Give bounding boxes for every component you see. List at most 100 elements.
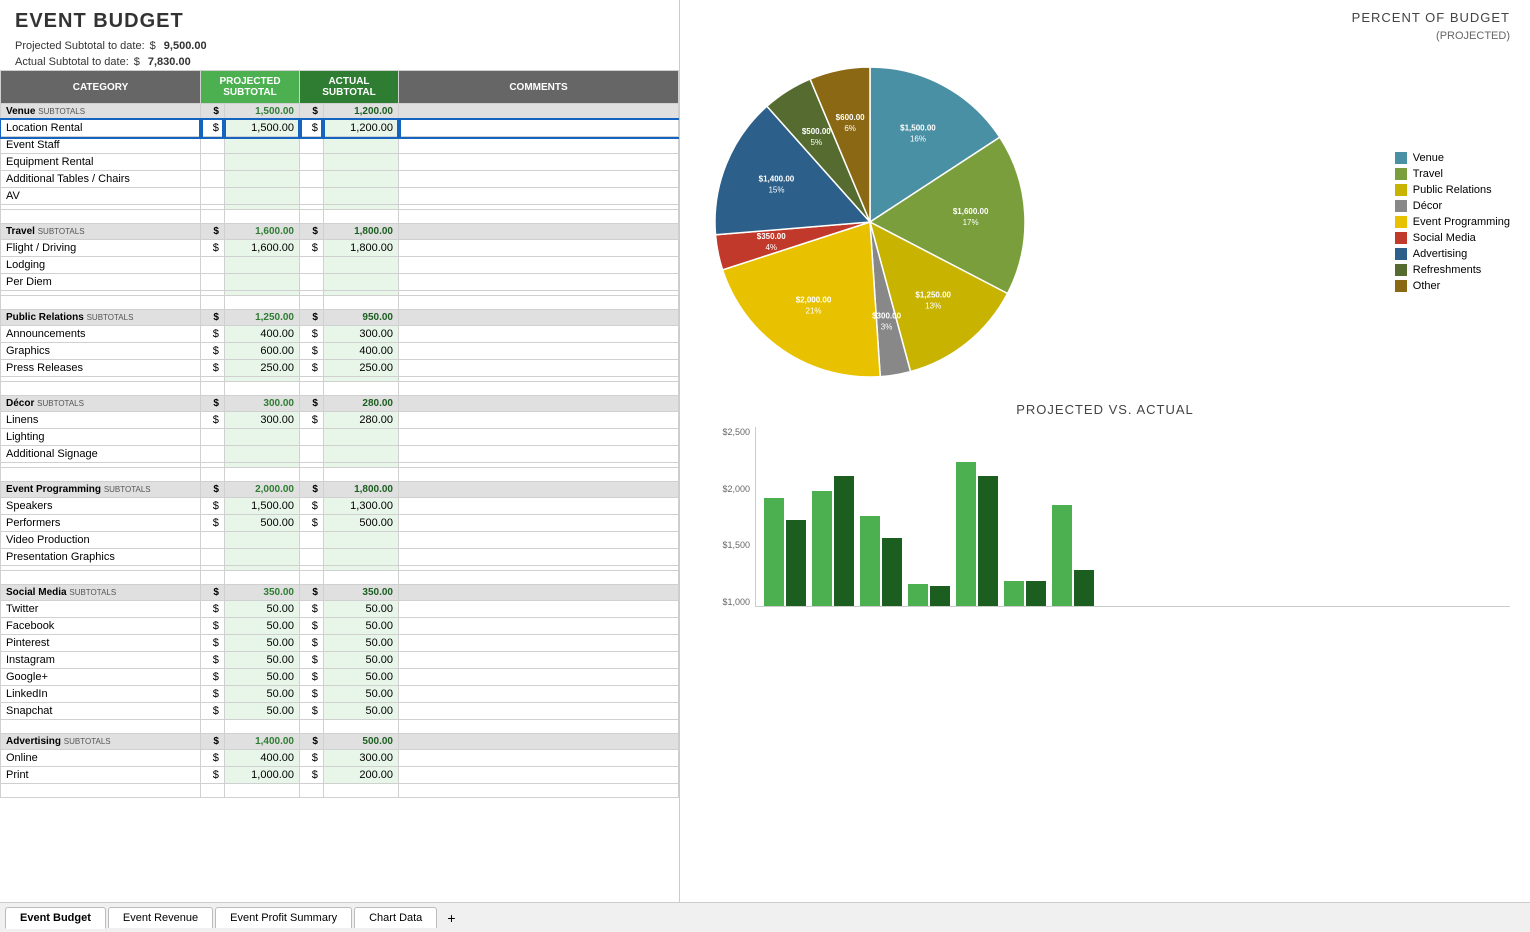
item-comments [399,703,679,720]
table-row[interactable]: Flight / Driving $ 1,600.00 $ 1,800.00 [1,240,679,257]
table-row: Venue SUBTOTALS $ 1,500.00 $ 1,200.00 [1,104,679,120]
table-row[interactable]: Lodging [1,257,679,274]
proj-dollar: $ [201,104,225,120]
table-row[interactable]: Additional Tables / Chairs [1,171,679,188]
item-actual-value: 200.00 [323,767,398,784]
item-actual-dollar: $ [300,767,324,784]
table-row: Public Relations SUBTOTALS $ 1,250.00 $ … [1,310,679,326]
bar-group [1052,505,1094,606]
bar-actual [786,520,806,606]
proj-dollar: $ [201,482,225,498]
table-row[interactable]: Google+ $ 50.00 $ 50.00 [1,669,679,686]
bar-actual [834,476,854,606]
item-actual-value [323,137,398,154]
table-row[interactable]: Press Releases $ 250.00 $ 250.00 [1,360,679,377]
table-row[interactable]: Speakers $ 1,500.00 $ 1,300.00 [1,498,679,515]
table-row[interactable]: Performers $ 500.00 $ 500.00 [1,515,679,532]
item-actual-dollar: $ [300,703,324,720]
item-comments [399,750,679,767]
table-row[interactable]: Twitter $ 50.00 $ 50.00 [1,601,679,618]
table-row[interactable]: Location Rental $ 1,500.00 $ 1,200.00 [1,120,679,137]
item-comments [399,429,679,446]
item-actual-value [323,257,398,274]
table-row[interactable]: Linens $ 300.00 $ 280.00 [1,412,679,429]
tab[interactable]: Chart Data [354,907,437,928]
item-actual-value: 250.00 [323,360,398,377]
tab[interactable]: Event Revenue [108,907,213,928]
table-row[interactable]: Equipment Rental [1,154,679,171]
projected-summary-row: Projected Subtotal to date: $ 9,500.00 [0,38,679,54]
table-row[interactable]: Instagram $ 50.00 $ 50.00 [1,652,679,669]
table-row[interactable]: LinkedIn $ 50.00 $ 50.00 [1,686,679,703]
item-actual-dollar [300,532,324,549]
item-proj-value [224,446,299,463]
item-actual-value: 50.00 [323,601,398,618]
item-proj-value: 50.00 [224,635,299,652]
item-proj-dollar: $ [201,652,225,669]
bar-chart-section: PROJECTED vs. ACTUAL $2,500$2,000$1,500$… [700,402,1510,627]
item-proj-dollar: $ [201,498,225,515]
legend-color [1395,264,1407,276]
item-proj-dollar [201,446,225,463]
item-actual-value: 400.00 [323,343,398,360]
table-row[interactable]: Pinterest $ 50.00 $ 50.00 [1,635,679,652]
table-row[interactable]: Additional Signage [1,446,679,463]
item-proj-value: 1,500.00 [224,120,299,137]
tab[interactable]: Event Budget [5,907,106,929]
y-label: $1,500 [700,540,750,550]
table-row[interactable]: Snapchat $ 50.00 $ 50.00 [1,703,679,720]
actual-dollar: $ [300,396,324,412]
item-proj-dollar: $ [201,326,225,343]
item-actual-dollar: $ [300,601,324,618]
item-proj-value: 250.00 [224,360,299,377]
item-proj-value: 1,500.00 [224,498,299,515]
item-actual-value: 50.00 [323,652,398,669]
table-row[interactable]: AV [1,188,679,205]
pie-chart-subtitle: (PROJECTED) [700,30,1510,42]
table-row[interactable]: Facebook $ 50.00 $ 50.00 [1,618,679,635]
item-actual-value [323,549,398,566]
tab[interactable]: Event Profit Summary [215,907,352,928]
item-actual-value: 50.00 [323,635,398,652]
item-proj-dollar [201,549,225,566]
item-actual-dollar: $ [300,669,324,686]
table-row[interactable]: Print $ 1,000.00 $ 200.00 [1,767,679,784]
item-proj-dollar [201,257,225,274]
item-name: Facebook [1,618,201,635]
item-comments [399,120,679,137]
legend-label: Event Programming [1413,216,1510,228]
y-label: $1,000 [700,597,750,607]
legend-label: Travel [1413,168,1443,180]
item-name: Twitter [1,601,201,618]
table-row[interactable]: Event Staff [1,137,679,154]
y-label: $2,500 [700,427,750,437]
table-row[interactable]: Lighting [1,429,679,446]
item-name: Per Diem [1,274,201,291]
legend-label: Public Relations [1413,184,1492,196]
table-row[interactable]: Per Diem [1,274,679,291]
table-row[interactable]: Announcements $ 400.00 $ 300.00 [1,326,679,343]
bar-chart-title: PROJECTED vs. ACTUAL [700,402,1510,417]
main-content: EVENT BUDGET Projected Subtotal to date:… [0,0,1530,902]
item-proj-value [224,188,299,205]
table-row[interactable]: Presentation Graphics [1,549,679,566]
item-comments [399,154,679,171]
item-name: Instagram [1,652,201,669]
item-actual-dollar: $ [300,515,324,532]
table-row[interactable]: Video Production [1,532,679,549]
table-row[interactable]: Online $ 400.00 $ 300.00 [1,750,679,767]
add-tab-button[interactable]: + [439,908,463,928]
item-name: LinkedIn [1,686,201,703]
bar-projected [956,462,976,606]
actual-summary-row: Actual Subtotal to date: $ 7,830.00 [0,54,679,70]
item-proj-value: 600.00 [224,343,299,360]
item-name: Equipment Rental [1,154,201,171]
item-proj-value: 50.00 [224,652,299,669]
item-actual-dollar: $ [300,686,324,703]
item-name: Snapchat [1,703,201,720]
actual-value: 1,800.00 [323,482,398,498]
item-proj-value [224,257,299,274]
item-comments [399,240,679,257]
table-row[interactable]: Graphics $ 600.00 $ 400.00 [1,343,679,360]
item-comments [399,188,679,205]
